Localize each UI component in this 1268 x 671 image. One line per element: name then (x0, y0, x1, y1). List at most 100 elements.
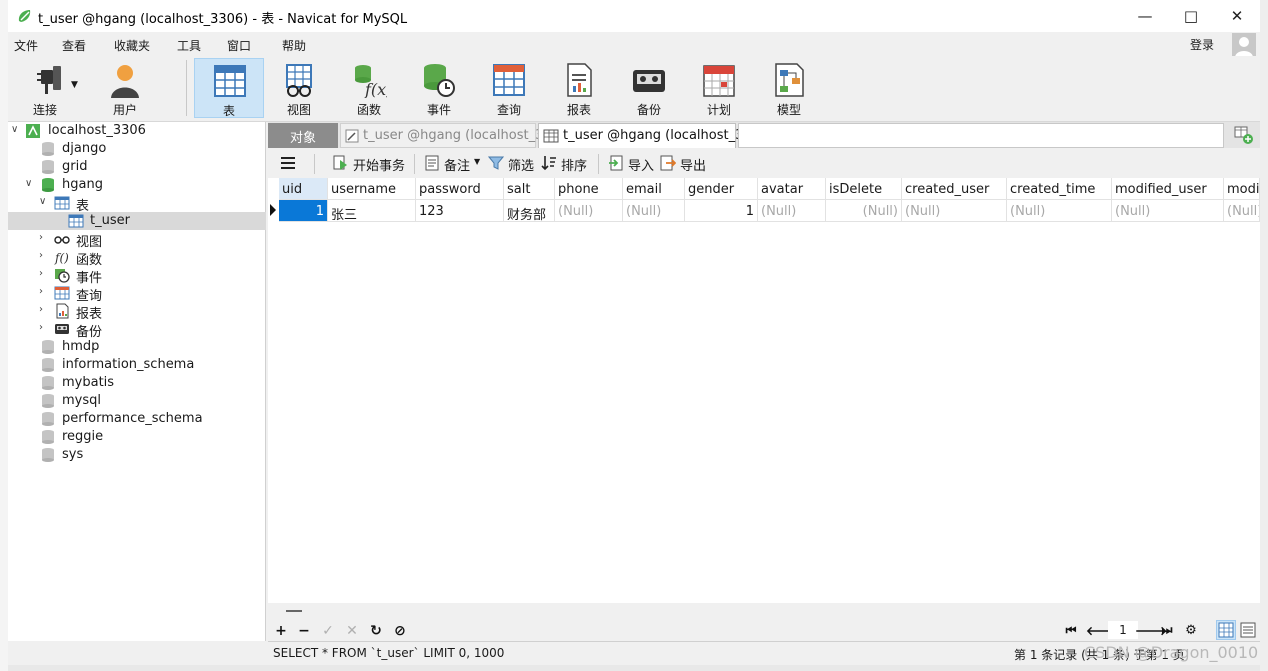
table-cell[interactable]: 张三 (328, 200, 416, 222)
begin-transaction-icon[interactable] (333, 155, 349, 171)
column-header-isdelete[interactable]: isDelete (826, 178, 902, 200)
grid-view-button[interactable] (1216, 620, 1236, 640)
tree-group-queries[interactable]: › 查询 (8, 284, 266, 304)
tool-query[interactable]: 查询 (474, 58, 544, 118)
comment-note-icon[interactable] (424, 155, 440, 171)
tool-table[interactable]: 表 (194, 58, 264, 118)
tool-model[interactable]: 模型 (754, 58, 824, 118)
login-link[interactable]: 登录 (1190, 36, 1214, 53)
column-header-modified-time[interactable]: modi (1224, 178, 1260, 200)
tree-db-django[interactable]: django (8, 140, 266, 158)
chevron-right-icon[interactable]: › (39, 304, 49, 316)
tab-table-data[interactable]: t_user @hgang (localhost_3... (538, 123, 756, 148)
discard-changes-button[interactable]: ✕ (344, 623, 360, 639)
column-header-modified-user[interactable]: modified_user (1112, 178, 1224, 200)
tree-db-mybatis[interactable]: mybatis (8, 374, 266, 392)
table-cell[interactable]: (Null) (902, 200, 1007, 222)
table-cell[interactable]: (Null) (758, 200, 826, 222)
connect-button[interactable]: ▼ 连接 (14, 58, 84, 118)
user-button[interactable]: 用户 (90, 58, 160, 118)
menu-window[interactable]: 窗口 (227, 37, 251, 54)
sort-icon[interactable] (541, 155, 557, 171)
menu-view[interactable]: 查看 (62, 37, 86, 54)
column-header-avatar[interactable]: avatar (758, 178, 826, 200)
sort-button[interactable]: 排序 (561, 155, 587, 174)
export-button[interactable]: 导出 (680, 155, 706, 174)
table-cell[interactable]: 1 (279, 200, 328, 222)
tool-report[interactable]: 报表 (544, 58, 614, 118)
tree-group-functions[interactable]: › f() 函数 (8, 248, 266, 268)
chevron-right-icon[interactable]: › (39, 322, 49, 334)
last-page-button[interactable]: ⏭ (1159, 623, 1175, 638)
table-cell[interactable]: 1 (685, 200, 758, 222)
form-view-button[interactable] (1238, 620, 1258, 640)
import-icon[interactable] (608, 155, 624, 171)
hamburger-menu-icon[interactable] (280, 155, 296, 171)
column-header-username[interactable]: username (328, 178, 416, 200)
import-button[interactable]: 导入 (628, 155, 654, 174)
tree-db-performance-schema[interactable]: performance_schema (8, 410, 266, 428)
tree-group-reports[interactable]: › 报表 (8, 302, 266, 322)
table-cell[interactable]: (Null) (826, 200, 902, 222)
menu-tools[interactable]: 工具 (177, 37, 201, 54)
refresh-button[interactable]: ↻ (368, 623, 384, 639)
tree-group-events[interactable]: › 事件 (8, 266, 266, 286)
object-info-icon[interactable] (1232, 124, 1256, 146)
column-header-phone[interactable]: phone (555, 178, 623, 200)
export-icon[interactable] (660, 155, 676, 171)
apply-changes-button[interactable]: ✓ (320, 623, 336, 639)
stop-button[interactable]: ⊘ (392, 623, 408, 639)
tree-db-hgang[interactable]: ∨ hgang (8, 176, 266, 194)
previous-page-button[interactable]: 🡐 (1086, 623, 1118, 638)
chevron-down-icon[interactable]: ▼ (71, 80, 78, 90)
next-page-button[interactable]: 🡒 (1135, 623, 1167, 638)
menu-file[interactable]: 文件 (14, 37, 38, 54)
table-cell[interactable]: (Null) (623, 200, 685, 222)
filter-icon[interactable] (488, 155, 504, 171)
tree-db-hmdp[interactable]: hmdp (8, 338, 266, 356)
tree-group-backups[interactable]: › 备份 (8, 320, 266, 340)
tree-connection[interactable]: ∨ localhost_3306 (8, 122, 266, 140)
tree-db-sys[interactable]: sys (8, 446, 266, 464)
user-avatar[interactable] (1232, 33, 1256, 57)
tree-table-t-user[interactable]: t_user (8, 212, 266, 230)
table-cell[interactable]: (Null) (1007, 200, 1112, 222)
tree-db-mysql[interactable]: mysql (8, 392, 266, 410)
table-cell[interactable]: 123 (416, 200, 504, 222)
tree-db-grid[interactable]: grid (8, 158, 266, 176)
settings-gear-icon[interactable]: ⚙ (1183, 623, 1199, 638)
column-header-gender[interactable]: gender (685, 178, 758, 200)
delete-record-button[interactable]: − (296, 623, 312, 639)
close-button[interactable]: ✕ (1214, 0, 1260, 32)
tool-view[interactable]: 视图 (264, 58, 334, 118)
column-header-email[interactable]: email (623, 178, 685, 200)
table-cell[interactable]: (Null) (555, 200, 623, 222)
tool-function[interactable]: f(x) 函数 (334, 58, 404, 118)
tool-event[interactable]: 事件 (404, 58, 474, 118)
add-record-button[interactable]: + (273, 623, 289, 639)
tool-schedule[interactable]: 计划 (684, 58, 754, 118)
column-header-uid[interactable]: uid (279, 178, 328, 200)
chevron-right-icon[interactable]: › (39, 268, 49, 280)
first-page-button[interactable]: ⏮ (1063, 623, 1079, 638)
column-header-password[interactable]: password (416, 178, 504, 200)
maximize-button[interactable]: □ (1168, 0, 1214, 32)
chevron-down-icon[interactable]: ▼ (474, 157, 480, 166)
table-cell[interactable]: (Null) (1224, 200, 1260, 222)
filter-button[interactable]: 筛选 (508, 155, 534, 174)
menu-help[interactable]: 帮助 (282, 37, 306, 54)
tool-backup[interactable]: 备份 (614, 58, 684, 118)
resize-handle[interactable] (286, 610, 302, 612)
column-header-created-time[interactable]: created_time (1007, 178, 1112, 200)
chevron-right-icon[interactable]: › (39, 232, 49, 244)
chevron-right-icon[interactable]: › (39, 286, 49, 298)
column-header-salt[interactable]: salt (504, 178, 555, 200)
tree-group-views[interactable]: › 视图 (8, 230, 266, 250)
minimize-button[interactable]: — (1122, 0, 1168, 32)
column-header-created-user[interactable]: created_user (902, 178, 1007, 200)
chevron-down-icon[interactable]: ∨ (11, 124, 21, 136)
tab-query[interactable]: t_user @hgang (localhost_3... (340, 123, 556, 148)
tree-db-reggie[interactable]: reggie (8, 428, 266, 446)
chevron-down-icon[interactable]: ∨ (39, 196, 49, 208)
begin-transaction-button[interactable]: 开始事务 (353, 155, 405, 174)
